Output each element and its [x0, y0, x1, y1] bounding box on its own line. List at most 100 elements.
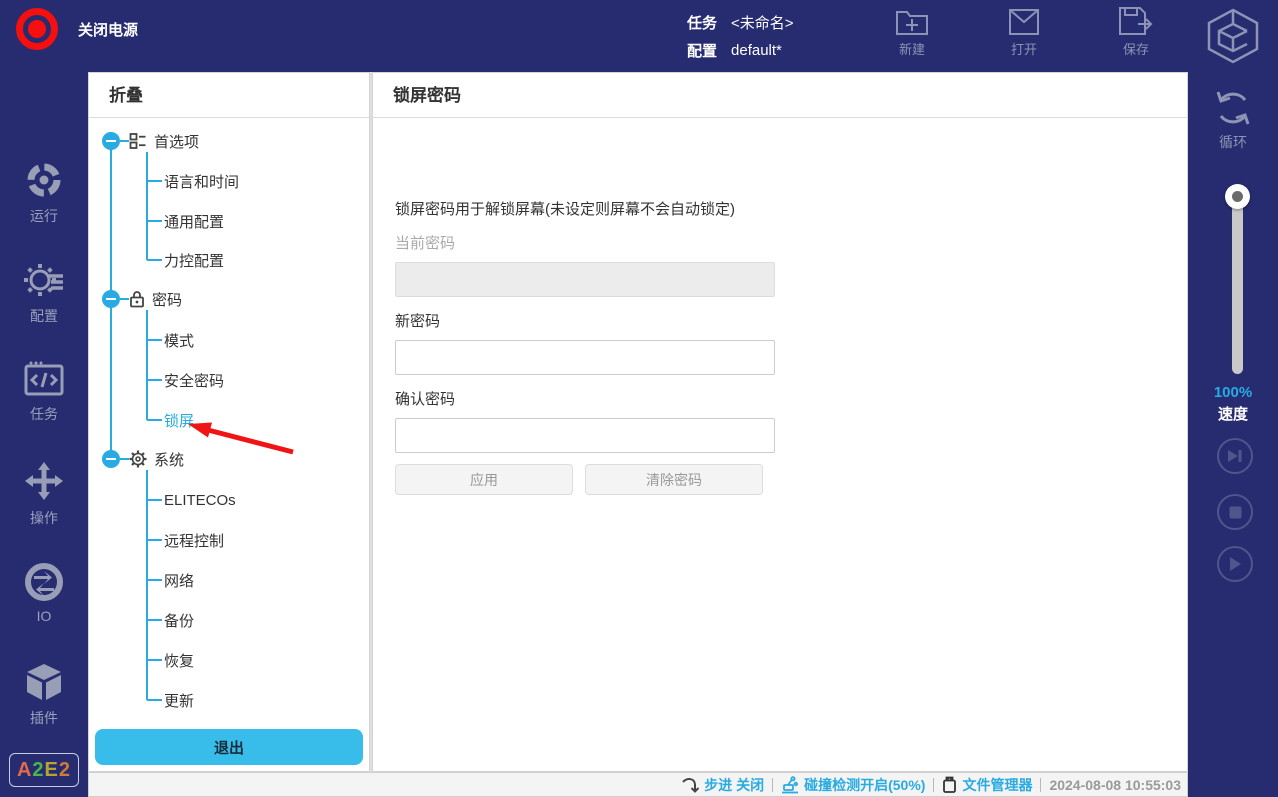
speed-label: 速度 [1188, 403, 1278, 424]
open-folder-icon [1007, 6, 1041, 36]
io-exchange-icon [24, 562, 64, 602]
tree-item-label: 语言和时间 [164, 171, 239, 192]
save-button[interactable]: 保存 [1104, 6, 1168, 58]
task-config: 任务 <未命名> 配置 default* [687, 8, 794, 64]
tree-item-preferences[interactable]: 首选项 [129, 129, 199, 153]
sidebar-item-task[interactable]: 任务 [0, 360, 88, 424]
lock-icon [129, 290, 145, 308]
tree-item-remote-control[interactable]: 远程控制 [164, 528, 224, 552]
collision-detection-toggle[interactable]: 碰撞检测开启(50%) [781, 775, 925, 795]
step-arrow-icon [681, 777, 699, 793]
step-mode-toggle[interactable]: 步进 关闭 [681, 775, 764, 795]
badge-char: 2 [59, 759, 71, 782]
tree-item-label: ELITECOs [164, 492, 236, 509]
stop-button[interactable] [1217, 494, 1253, 530]
confirm-password-field[interactable] [395, 418, 775, 453]
sidebar-item-plugin[interactable]: 插件 [0, 662, 88, 728]
open-button[interactable]: 打开 [992, 6, 1056, 58]
preferences-icon [129, 132, 147, 150]
tree-item-password[interactable]: 密码 [129, 287, 182, 311]
save-label: 保存 [1123, 39, 1149, 58]
confirm-password-label: 确认密码 [395, 388, 455, 409]
stop-icon [1229, 506, 1242, 519]
usb-drive-icon [942, 776, 957, 793]
collapse-toggle-system[interactable] [102, 450, 120, 468]
clear-password-button[interactable]: 清除密码 [585, 464, 763, 495]
step-mode-text: 步进 关闭 [704, 775, 764, 795]
io-label: IO [37, 608, 52, 624]
step-forward-button[interactable] [1217, 438, 1253, 474]
loop-button[interactable]: 循环 [1188, 88, 1278, 152]
file-manager-text: 文件管理器 [962, 775, 1032, 795]
settings-tree-panel: 折叠 [88, 72, 370, 772]
tree-item-network[interactable]: 网络 [164, 568, 194, 592]
tree-item-lock-screen[interactable]: 锁屏 [164, 408, 194, 432]
play-button[interactable] [1217, 546, 1253, 582]
badge-char: 2 [32, 759, 44, 782]
task-label: 任务 [687, 12, 717, 33]
play-icon [1228, 556, 1242, 572]
loop-icon [1212, 88, 1254, 128]
robot-icon [781, 776, 799, 794]
move-arrows-icon [23, 460, 65, 502]
power-button[interactable]: 关闭电源 [16, 8, 138, 50]
config-label: 配置 [30, 306, 58, 326]
tree-item-label: 力控配置 [164, 250, 224, 271]
exit-button[interactable]: 退出 [95, 729, 363, 765]
power-icon [16, 8, 58, 50]
tree-item-label: 远程控制 [164, 530, 224, 551]
tree-item-general-config[interactable]: 通用配置 [164, 209, 224, 233]
tree-panel-header[interactable]: 折叠 [89, 73, 369, 118]
tree-item-system[interactable]: 系统 [129, 447, 184, 471]
new-label: 新建 [899, 39, 925, 58]
new-password-label: 新密码 [395, 310, 440, 331]
tree-item-label: 模式 [164, 330, 194, 351]
sidebar-item-io[interactable]: IO [0, 562, 88, 624]
tree-item-label: 锁屏 [164, 410, 194, 431]
topbar: 关闭电源 任务 <未命名> 配置 default* 新建 [0, 0, 1278, 72]
brand-logo-icon [1202, 6, 1264, 66]
sidebar-item-run[interactable]: 运行 [0, 160, 88, 226]
sidebar-item-config[interactable]: 配置 [0, 260, 88, 326]
task-nav-label: 任务 [30, 404, 58, 424]
tree-item-elitecos[interactable]: ELITECOs [164, 488, 236, 512]
tree-item-restore[interactable]: 恢复 [164, 648, 194, 672]
config-value: default* [731, 42, 782, 59]
current-password-field [395, 262, 775, 297]
collapse-toggle-preferences[interactable] [102, 132, 120, 150]
tree-item-force-config[interactable]: 力控配置 [164, 248, 224, 272]
tree-item-label: 安全密码 [164, 370, 224, 391]
power-label: 关闭电源 [78, 19, 138, 40]
a2e2-badge[interactable]: A 2 E 2 [9, 753, 79, 787]
tree-item-update[interactable]: 更新 [164, 688, 194, 712]
right-sidebar: 循环 100% 速度 [1188, 72, 1278, 797]
tree-item-language-time[interactable]: 语言和时间 [164, 169, 239, 193]
plugin-label: 插件 [30, 708, 58, 728]
statusbar: 步进 关闭 碰撞检测开启(50%) [88, 772, 1188, 797]
statusbar-separator [933, 778, 934, 792]
tree-item-label: 备份 [164, 610, 194, 631]
speed-slider-handle[interactable] [1225, 184, 1250, 209]
apply-button[interactable]: 应用 [395, 464, 573, 495]
tree-item-mode[interactable]: 模式 [164, 328, 194, 352]
run-icon [24, 160, 64, 200]
new-button[interactable]: 新建 [880, 6, 944, 58]
current-password-label: 当前密码 [395, 232, 455, 253]
collapse-toggle-password[interactable] [102, 290, 120, 308]
tree-item-backup[interactable]: 备份 [164, 608, 194, 632]
gear-icon [129, 450, 147, 468]
tree-item-label: 网络 [164, 570, 194, 591]
speed-slider-track[interactable] [1232, 190, 1243, 374]
statusbar-separator [772, 778, 773, 792]
tree-item-label: 通用配置 [164, 211, 224, 232]
new-password-field[interactable] [395, 340, 775, 375]
file-manager-button[interactable]: 文件管理器 [942, 775, 1032, 795]
topbar-actions: 新建 打开 保存 [880, 6, 1168, 58]
tree-item-safety-password[interactable]: 安全密码 [164, 368, 224, 392]
new-folder-icon [895, 6, 929, 36]
tree-item-label: 恢复 [164, 650, 194, 671]
gear-list-icon [23, 260, 65, 300]
badge-char: A [17, 759, 32, 782]
sidebar-item-operate[interactable]: 操作 [0, 460, 88, 528]
tree-item-label: 首选项 [154, 131, 199, 152]
